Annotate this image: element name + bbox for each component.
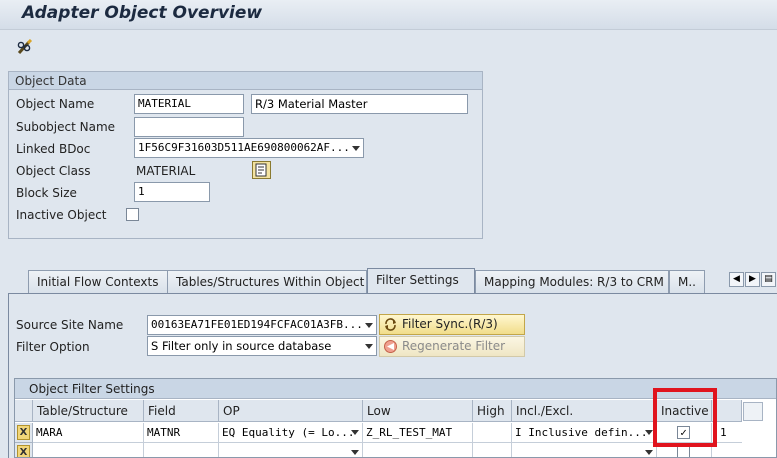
column-header-selector xyxy=(15,400,33,422)
tab-scroll-left-icon[interactable]: ◀ xyxy=(729,272,744,287)
cell-table-structure[interactable]: MARA xyxy=(33,423,144,443)
document-details-icon xyxy=(255,163,267,177)
pencil-glasses-icon xyxy=(17,39,33,55)
linked-bdoc-dropdown[interactable]: 1F56C9F31603D511AE690800062AF... xyxy=(134,138,364,158)
object-class-label: Object Class xyxy=(16,164,91,178)
inactive-row-checkbox[interactable] xyxy=(677,446,690,457)
row-select-icon: X xyxy=(17,425,30,440)
tab-mapping-modules[interactable]: Mapping Modules: R/3 to CRM xyxy=(475,270,669,293)
object-name-label: Object Name xyxy=(16,97,95,111)
subobject-name-label: Subobject Name xyxy=(16,120,116,134)
cell-op[interactable] xyxy=(219,443,363,457)
filter-option-dropdown[interactable]: S Filter only in source database xyxy=(147,336,377,356)
chevron-down-icon[interactable] xyxy=(351,430,359,435)
block-size-label: Block Size xyxy=(16,186,77,200)
regenerate-icon xyxy=(384,340,397,353)
chevron-down-icon[interactable] xyxy=(645,430,653,435)
chevron-down-icon[interactable] xyxy=(352,146,360,151)
application-toolbar xyxy=(0,30,777,64)
column-header-high[interactable]: High xyxy=(473,400,512,422)
regenerate-filter-button[interactable]: Regenerate Filter xyxy=(379,336,525,357)
column-header-table-structure[interactable]: Table/Structure xyxy=(33,400,144,422)
cell-table-structure[interactable] xyxy=(33,443,144,457)
cell-low[interactable]: Z_RL_TEST_MAT xyxy=(363,423,473,443)
cell-field[interactable]: MATNR xyxy=(144,423,219,443)
source-site-dropdown[interactable]: 00163EA71FE01ED194FCFAC01A3FB... xyxy=(147,315,377,335)
page-title: Adapter Object Overview xyxy=(22,3,263,23)
display-change-button[interactable] xyxy=(13,36,37,58)
object-class-details-button[interactable] xyxy=(252,161,271,179)
cell-field[interactable] xyxy=(144,443,219,457)
cell-op[interactable]: EQ Equality (= Lo... xyxy=(219,423,363,443)
object-class-value: MATERIAL xyxy=(136,164,196,178)
regenerate-filter-label: Regenerate Filter xyxy=(402,339,506,353)
cell-high[interactable] xyxy=(473,423,512,443)
cell-incl-excl-value: I Inclusive defin... xyxy=(515,426,648,439)
linked-bdoc-value: 1F56C9F31603D511AE690800062AF... xyxy=(138,141,350,154)
inactive-object-checkbox[interactable] xyxy=(126,208,139,221)
cell-low[interactable] xyxy=(363,443,473,457)
filter-sync-label: Filter Sync.(R/3) xyxy=(402,317,498,331)
linked-bdoc-label: Linked BDoc xyxy=(16,142,91,156)
object-name-field[interactable]: MATERIAL xyxy=(134,94,244,114)
row-selector[interactable]: X xyxy=(15,423,33,443)
column-header-op[interactable]: OP xyxy=(219,400,363,422)
filter-sync-button[interactable]: Filter Sync.(R/3) xyxy=(379,314,525,335)
chevron-down-icon[interactable] xyxy=(365,323,373,328)
tab-more[interactable]: M.. xyxy=(669,270,705,293)
chevron-down-icon[interactable] xyxy=(365,344,373,349)
chevron-down-icon[interactable] xyxy=(351,450,359,455)
highlight-box xyxy=(653,388,717,447)
object-data-header: Object Data xyxy=(9,72,482,90)
inactive-object-label: Inactive Object xyxy=(16,208,107,222)
column-header-incl-excl[interactable]: Incl./Excl. xyxy=(512,400,657,422)
tab-tables-structures[interactable]: Tables/Structures Within Object xyxy=(167,270,367,293)
object-description-field[interactable]: R/3 Material Master xyxy=(251,94,468,114)
tabstrip: Initial Flow Contexts Tables/Structures … xyxy=(12,268,776,294)
cell-op-value: EQ Equality (= Lo... xyxy=(222,426,355,439)
source-site-value: 00163EA71FE01ED194FCFAC01A3FB... xyxy=(151,318,363,331)
cell-incl-excl[interactable]: I Inclusive defin... xyxy=(512,423,657,443)
scrollbar-up-button[interactable] xyxy=(743,402,763,421)
column-header-field[interactable]: Field xyxy=(144,400,219,422)
filter-option-label: Filter Option xyxy=(16,340,90,354)
tab-list-icon[interactable]: ▤ xyxy=(761,272,776,287)
tab-filter-settings[interactable]: Filter Settings xyxy=(367,268,475,294)
tab-scroll-right-icon[interactable]: ▶ xyxy=(745,272,760,287)
row-selector[interactable]: X xyxy=(15,443,33,457)
block-size-field[interactable]: 1 xyxy=(134,182,210,202)
cell-incl-excl[interactable] xyxy=(512,443,657,457)
title-bar: Adapter Object Overview xyxy=(0,0,777,30)
filter-option-value: S Filter only in source database xyxy=(151,339,332,353)
row-select-icon: X xyxy=(17,445,30,457)
subobject-name-field[interactable] xyxy=(134,117,244,137)
chevron-down-icon[interactable] xyxy=(645,450,653,455)
cell-high[interactable] xyxy=(473,443,512,457)
column-header-low[interactable]: Low xyxy=(363,400,473,422)
tab-initial-flow-contexts[interactable]: Initial Flow Contexts xyxy=(28,270,168,293)
source-site-label: Source Site Name xyxy=(16,318,124,332)
sync-icon xyxy=(385,318,396,331)
